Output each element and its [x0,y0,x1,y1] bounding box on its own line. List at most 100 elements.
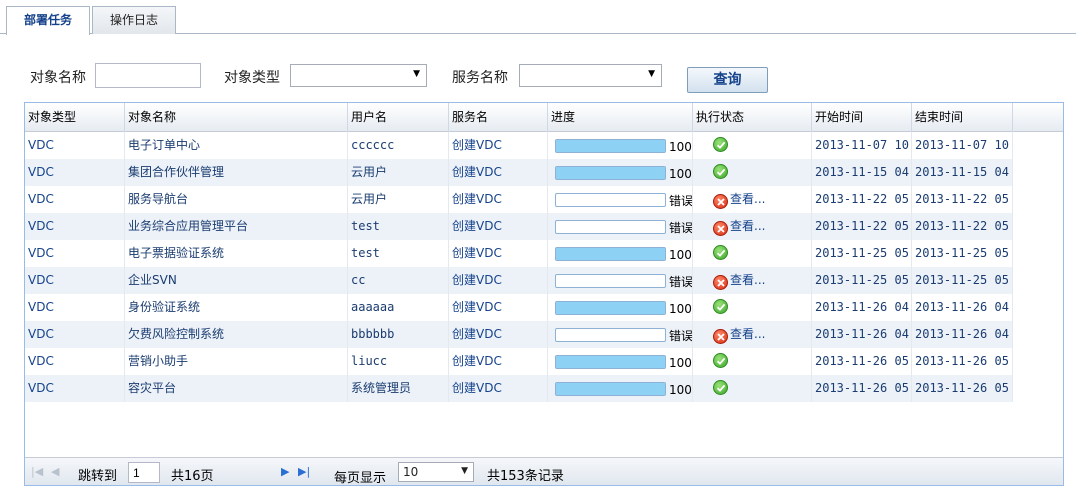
column-header-end-time[interactable]: 结束时间 [912,103,1013,132]
cell-user: 系统管理员 [348,375,449,402]
page-number-input[interactable] [128,462,160,483]
cell-start-time: 2013-11-15 04 [812,159,912,186]
object-type-select[interactable]: ▼ [290,64,427,87]
column-header-object-name[interactable]: 对象名称 [125,103,348,132]
cell-start-time: 2013-11-26 04 [812,321,912,348]
cell-user: cc [348,267,449,294]
progress-bar [555,274,666,288]
tab-deploy-tasks[interactable]: 部署任务 [6,6,90,35]
table-row[interactable]: VDC 企业SVN cc 创建VDC 错误 查看... 2013-11-25 05 2013-… [25,267,1013,294]
progress-fill [556,248,665,260]
cell-progress: 错误 [548,267,693,294]
check-circle-icon [713,245,728,260]
cell-object-type: VDC [25,240,125,267]
cell-object-name: 业务综合应用管理平台 [125,213,348,240]
progress-label: 错误 [669,194,693,208]
cell-service: 创建VDC [449,186,548,213]
view-error-link[interactable]: 查看... [730,267,765,294]
object-name-label: 对象名称 [30,70,86,86]
progress-fill [556,383,665,395]
table-row[interactable]: VDC 身份验证系统 aaaaaa 创建VDC 100 2013-11-26 04 2013… [25,294,1013,321]
error-x-circle-icon [713,329,728,344]
cell-end-time: 2013-11-22 05 [912,186,1013,213]
table-row[interactable]: VDC 营销小助手 liucc 创建VDC 100 2013-11-26 05 2013-1… [25,348,1013,375]
cell-object-type: VDC [25,348,125,375]
view-error-link[interactable]: 查看... [730,321,765,348]
prev-page-icon[interactable]: ◀ [51,465,59,478]
column-header-user[interactable]: 用户名 [348,103,449,132]
cell-start-time: 2013-11-25 05 [812,240,912,267]
cell-status: 查看... [693,267,812,294]
column-header-start-time[interactable]: 开始时间 [812,103,912,132]
cell-status [693,159,812,186]
query-button[interactable]: 查询 [687,67,768,93]
tab-operation-log[interactable]: 操作日志 [92,6,176,34]
column-header-service[interactable]: 服务名 [449,103,548,132]
grid-header: 对象类型 对象名称 用户名 服务名 进度 执行状态 开始时间 结束时间 [25,103,1063,132]
table-row[interactable]: VDC 容灾平台 系统管理员 创建VDC 100 2013-11-26 05 2013-11… [25,375,1013,402]
progress-fill [556,302,665,314]
cell-progress: 错误 [548,213,693,240]
cell-service: 创建VDC [449,132,548,159]
progress-fill [556,140,665,152]
cell-status [693,348,812,375]
progress-label: 100 [669,356,692,370]
view-error-link[interactable]: 查看... [730,186,765,213]
cell-user: bbbbbb [348,321,449,348]
service-name-select[interactable]: ▼ [519,64,662,87]
per-page-select[interactable]: 10 ▼ [398,462,474,482]
cell-status [693,294,812,321]
progress-bar [555,328,666,342]
cell-object-name: 欠费风险控制系统 [125,321,348,348]
cell-user: test [348,240,449,267]
cell-progress: 错误 [548,321,693,348]
cell-user: 云用户 [348,186,449,213]
progress-bar [555,247,666,261]
table-row[interactable]: VDC 集团合作伙伴管理 云用户 创建VDC 100 2013-11-15 04 2013-… [25,159,1013,186]
last-page-icon[interactable]: ▶| [298,465,310,478]
cell-end-time: 2013-11-26 05 [912,348,1013,375]
cell-service: 创建VDC [449,321,548,348]
cell-service: 创建VDC [449,375,548,402]
progress-label: 100 [669,248,692,262]
column-header-progress[interactable]: 进度 [548,103,693,132]
error-x-circle-icon [713,194,728,209]
object-name-input[interactable] [95,63,201,88]
progress-label: 错误 [669,221,693,235]
progress-bar [555,355,666,369]
cell-status: 查看... [693,213,812,240]
view-error-link[interactable]: 查看... [730,213,765,240]
cell-start-time: 2013-11-25 05 [812,267,912,294]
cell-service: 创建VDC [449,294,548,321]
chevron-down-icon: ▼ [648,69,655,79]
progress-bar [555,166,666,180]
cell-service: 创建VDC [449,348,548,375]
cell-progress: 100 [548,375,693,402]
cell-object-type: VDC [25,294,125,321]
cell-end-time: 2013-11-22 05 [912,213,1013,240]
progress-fill [556,167,665,179]
table-row[interactable]: VDC 业务综合应用管理平台 test 创建VDC 错误 查看... 2013-11-22 … [25,213,1013,240]
cell-object-type: VDC [25,267,125,294]
column-header-status[interactable]: 执行状态 [693,103,812,132]
progress-label: 100 [669,302,692,316]
progress-bar [555,220,666,234]
next-page-icon[interactable]: ▶ [281,465,289,478]
progress-label: 100 [669,167,692,181]
first-page-icon[interactable]: |◀ [31,465,43,478]
table-row[interactable]: VDC 电子订单中心 cccccc 创建VDC 100 2013-11-07 10 2013… [25,132,1013,159]
cell-object-name: 企业SVN [125,267,348,294]
cell-user: liucc [348,348,449,375]
cell-service: 创建VDC [449,159,548,186]
column-header-object-type[interactable]: 对象类型 [25,103,125,132]
paging-toolbar: |◀ ◀ 跳转到 共16页 ▶ ▶| 每页显示 10 ▼ 共153条记录 [25,457,1063,485]
table-row[interactable]: VDC 欠费风险控制系统 bbbbbb 创建VDC 错误 查看... 2013-11-26 … [25,321,1013,348]
cell-start-time: 2013-11-26 05 [812,375,912,402]
table-row[interactable]: VDC 服务导航台 云用户 创建VDC 错误 查看... 2013-11-22 05 2013… [25,186,1013,213]
cell-status [693,240,812,267]
jump-to-label: 跳转到 [78,469,118,484]
table-row[interactable]: VDC 电子票据验证系统 test 创建VDC 100 2013-11-25 05 2013… [25,240,1013,267]
chevron-down-icon: ▼ [413,69,420,79]
progress-label: 错误 [669,329,693,343]
cell-object-name: 电子票据验证系统 [125,240,348,267]
